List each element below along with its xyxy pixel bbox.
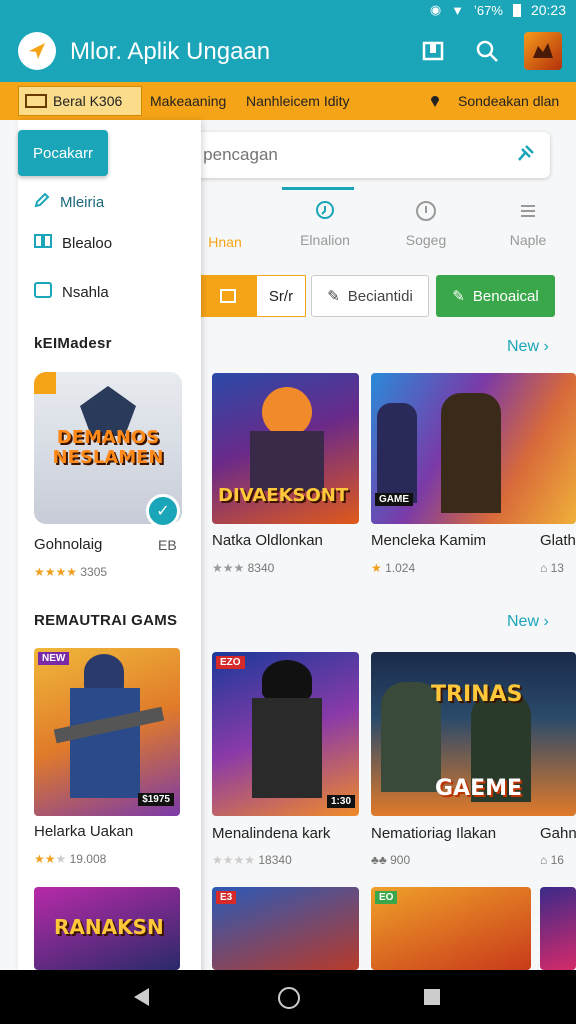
tab-info[interactable]: Sogeg [381, 200, 471, 248]
wifi-icon: ▼ [451, 2, 465, 18]
game-thumbnail[interactable]: DIVAEKSONT [212, 373, 359, 524]
game-art-title: DIVAEKSONT [218, 485, 349, 506]
profile-avatar-icon[interactable] [524, 32, 562, 70]
drawer-item-1-label: Mleiria [60, 193, 105, 211]
signal-text: ʼ67% [474, 2, 503, 18]
status-bar: ◉ ▼ ʼ67% 20:23 [0, 0, 576, 20]
game-title[interactable]: Gohnolaig [34, 536, 102, 553]
strip-tab-1-label: Beral K306 [53, 93, 123, 109]
game-art-title: RANAKSN [54, 915, 164, 939]
drawer-main-button[interactable]: Pocakarr [18, 130, 108, 176]
info-icon [415, 200, 437, 222]
strip-location[interactable]: Sondeakan dlan [458, 93, 559, 109]
tab-grid[interactable]: Naple [483, 200, 573, 248]
see-new-link-2[interactable]: New › [507, 613, 549, 631]
tab-info-label: Sogeg [405, 232, 447, 248]
book-icon [34, 233, 52, 253]
game-rating: ★★★★ 3305 [34, 565, 108, 579]
tab-location-label: Elnalion [300, 232, 350, 248]
game-thumbnail[interactable]: NEW $1975 [34, 648, 180, 816]
drawer-section-title-1: kEIMadesr [34, 335, 112, 352]
game-rating: ⌂ 13 [540, 561, 564, 575]
pencil-icon [34, 192, 50, 212]
clock: 20:23 [530, 2, 566, 18]
sort-button[interactable]: Sr/r [256, 275, 306, 317]
game-thumbnail[interactable] [540, 887, 576, 970]
app-logo-icon[interactable] [18, 32, 56, 70]
game-title[interactable]: Natka Oldlonkan [212, 532, 323, 549]
tab-location[interactable]: Elnalion [280, 200, 370, 248]
game-thumbnail[interactable]: RANAKSN [34, 887, 180, 970]
game-thumbnail[interactable]: EZO 1:30 [212, 652, 359, 816]
see-new-link-1[interactable]: New › [507, 338, 549, 356]
game-title[interactable]: Mencleka Kamim [371, 532, 486, 549]
game-rating: ★★★★ 18340 [212, 853, 292, 867]
game-title[interactable]: Gahnd [540, 825, 576, 842]
bookmark-icon[interactable] [418, 36, 448, 66]
recent-filter-label: Beciantidi [347, 287, 413, 305]
strip-tab-2[interactable]: Makeaaning [150, 93, 226, 109]
strip-tab-3[interactable]: Nanhleicem Idity [246, 93, 350, 109]
drawer-item-2-label: Blealoo [62, 234, 113, 252]
game-rating: ★★★ 8340 [212, 561, 275, 575]
drawer-item-2[interactable]: Blealoo [34, 233, 112, 253]
game-thumbnail[interactable]: EO [371, 887, 531, 970]
game-rating: ♣♣ 900 [371, 853, 411, 867]
tab-home-label: Hnan [208, 234, 242, 250]
battery-icon [512, 3, 521, 17]
tab-indicator [282, 187, 354, 190]
game-title[interactable]: Glath [540, 532, 576, 549]
game-art-title: GAEME [435, 776, 523, 801]
search-input[interactable] [170, 144, 504, 166]
grid-icon [517, 200, 539, 222]
game-art-title: DEMANOS NESLAMEN [52, 427, 164, 468]
game-thumbnail[interactable]: E3 [212, 887, 359, 970]
back-icon[interactable] [134, 988, 149, 1006]
game-thumbnail[interactable]: GAME [371, 373, 576, 524]
grid-view-icon [220, 289, 236, 303]
game-rating: ★ 1.024 [371, 561, 416, 575]
game-rating: ⌂ 16 [540, 853, 564, 867]
voice-icon[interactable] [516, 143, 536, 168]
location-pin-icon [430, 94, 440, 107]
view-toggle-button[interactable] [200, 275, 256, 317]
edit-icon: ✎ [452, 288, 465, 305]
game-title[interactable]: Nematioriag Ilakan [371, 825, 496, 842]
box-icon [25, 94, 47, 108]
square-icon [34, 282, 52, 302]
drawer-item-1[interactable]: Mleiria [34, 192, 104, 212]
tab-grid-label: Naple [509, 232, 547, 248]
recommended-filter-button[interactable]: ✎ Benoaical [436, 275, 555, 317]
recents-icon[interactable] [424, 989, 440, 1005]
game-price: $1975 [138, 793, 174, 806]
search-icon[interactable] [472, 36, 502, 66]
home-icon[interactable] [278, 987, 300, 1009]
wrench-icon: ✎ [327, 288, 340, 305]
drawer-item-3[interactable]: Nsahla [34, 282, 109, 302]
game-thumbnail[interactable]: TRINAS GAEME [371, 652, 576, 816]
drawer-section-title-2: REMAUTRAI GAMS [34, 612, 178, 629]
strip-tab-1[interactable]: Beral K306 [18, 86, 142, 116]
recent-filter-button[interactable]: ✎ Beciantidi [311, 275, 429, 317]
location-icon [314, 200, 336, 222]
game-extra: EB [158, 537, 177, 553]
system-nav-bar [0, 970, 576, 1024]
game-title[interactable]: Helarka Uakan [34, 823, 133, 840]
check-badge-icon: ✓ [146, 494, 180, 528]
alarm-icon: ◉ [429, 2, 442, 17]
drawer-item-3-label: Nsahla [62, 283, 109, 301]
game-title[interactable]: Menalindena kark [212, 825, 330, 842]
game-rating: ★★★ 19.008 [34, 852, 107, 866]
recommended-filter-label: Benoaical [472, 287, 539, 305]
app-title: Mlor. Aplik Ungaan [70, 38, 271, 65]
